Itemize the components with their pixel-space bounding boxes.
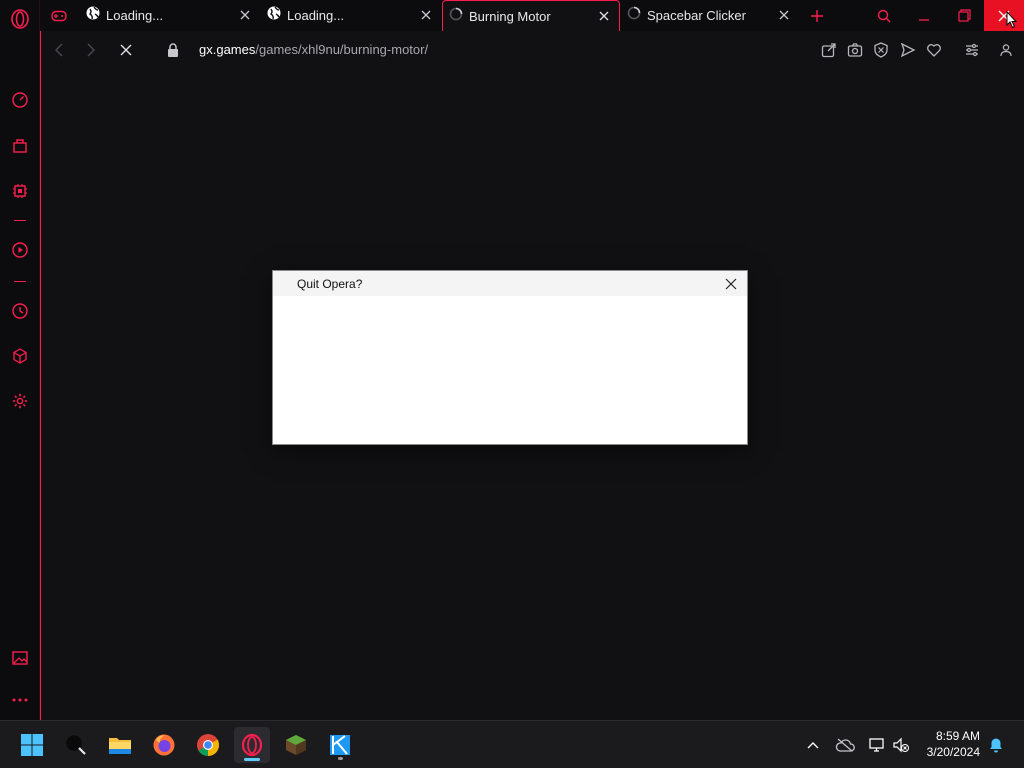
tab-loading-2[interactable]: Loading... (261, 0, 441, 31)
back-arrow-icon[interactable] (49, 40, 69, 60)
stop-loading-icon[interactable] (116, 40, 136, 60)
quit-dialog: Quit Opera? (272, 270, 748, 445)
player-icon[interactable] (10, 240, 30, 260)
extensions-cube-icon[interactable] (10, 346, 30, 366)
show-hidden-icons-chevron-icon[interactable] (803, 735, 823, 755)
forward-arrow-icon[interactable] (81, 40, 101, 60)
opera-gx-taskbar-icon[interactable] (234, 727, 270, 763)
spinner-icon (627, 6, 641, 25)
clock-date: 3/20/2024 (926, 745, 980, 759)
volume-muted-icon[interactable] (891, 735, 911, 755)
clock-time: 8:59 AM (935, 729, 980, 743)
new-tab-plus-icon[interactable] (802, 0, 832, 31)
minecraft-icon[interactable] (278, 727, 314, 763)
lock-icon[interactable] (163, 40, 183, 60)
dialog-close-icon[interactable] (721, 274, 741, 294)
heart-icon[interactable] (925, 41, 943, 59)
gx-game-tab-icon[interactable] (40, 0, 78, 31)
send-arrow-icon[interactable] (899, 41, 917, 59)
more-dots-icon[interactable] (10, 690, 30, 710)
opera-logo-icon[interactable] (10, 9, 30, 29)
screen: Loading... Loading... Burning Motor Spac… (0, 0, 1024, 768)
minimize-window-icon[interactable] (904, 0, 944, 31)
windows-start-icon[interactable] (14, 727, 50, 763)
sidebar-divider (14, 220, 26, 221)
dialog-titlebar: Quit Opera? (273, 271, 747, 296)
restore-window-icon[interactable] (944, 0, 984, 31)
ad-blocker-shield-icon[interactable] (872, 41, 890, 59)
url-path: /games/xhl9nu/burning-motor/ (255, 42, 429, 57)
onedrive-cloud-icon[interactable] (835, 735, 855, 755)
globe-icon (86, 6, 100, 25)
tab-loading-1[interactable]: Loading... (80, 0, 260, 31)
system-clock[interactable]: 8:59 AM 3/20/2024 (927, 728, 980, 760)
tab-close-icon[interactable] (777, 8, 791, 22)
tab-title: Loading... (106, 8, 164, 23)
snapshot-camera-icon[interactable] (846, 41, 864, 59)
history-icon[interactable] (10, 301, 30, 321)
taskbar: 8:59 AM 3/20/2024 (0, 720, 1024, 768)
globe-icon (267, 6, 281, 25)
address-bar: gx.games/games/xhl9nu/burning-motor/ (40, 31, 1024, 69)
profile-user-icon[interactable] (997, 41, 1015, 59)
chrome-icon[interactable] (190, 727, 226, 763)
tab-close-icon[interactable] (597, 9, 611, 23)
tab-title: Burning Motor (469, 8, 551, 24)
active-app-indicator (244, 758, 260, 761)
url-field[interactable]: gx.games/games/xhl9nu/burning-motor/ (199, 42, 428, 57)
gx-corner-icon[interactable] (10, 135, 30, 155)
tab-spacebar-clicker[interactable]: Spacebar Clicker (621, 0, 799, 31)
tab-close-icon[interactable] (419, 8, 433, 22)
kdenlive-icon[interactable] (322, 727, 358, 763)
tab-close-icon[interactable] (238, 8, 252, 22)
tab-burning-motor[interactable]: Burning Motor (442, 0, 620, 31)
network-display-icon[interactable] (867, 735, 887, 755)
mouse-cursor-icon (1006, 11, 1018, 29)
easy-setup-sliders-icon[interactable] (963, 41, 981, 59)
running-app-indicator (338, 757, 343, 760)
speed-dial-icon[interactable] (10, 90, 30, 110)
tab-strip: Loading... Loading... Burning Motor Spac… (40, 0, 1024, 31)
url-host: gx.games (199, 42, 256, 57)
settings-gear-icon[interactable] (10, 391, 30, 411)
close-window-icon[interactable] (984, 0, 1024, 31)
dialog-title: Quit Opera? (297, 277, 363, 291)
tab-title: Loading... (287, 8, 345, 23)
file-explorer-icon[interactable] (102, 727, 138, 763)
search-icon[interactable] (58, 727, 94, 763)
wallpaper-icon[interactable] (10, 648, 30, 668)
sidebar-divider (14, 281, 26, 282)
spinner-icon (449, 7, 463, 26)
tab-title: Spacebar Clicker (647, 8, 746, 23)
share-icon[interactable] (820, 41, 838, 59)
gx-control-icon[interactable] (10, 181, 30, 201)
firefox-icon[interactable] (146, 727, 182, 763)
tab-search-icon[interactable] (864, 0, 904, 31)
opera-sidebar (0, 0, 40, 720)
notification-bell-icon[interactable] (986, 735, 1006, 755)
